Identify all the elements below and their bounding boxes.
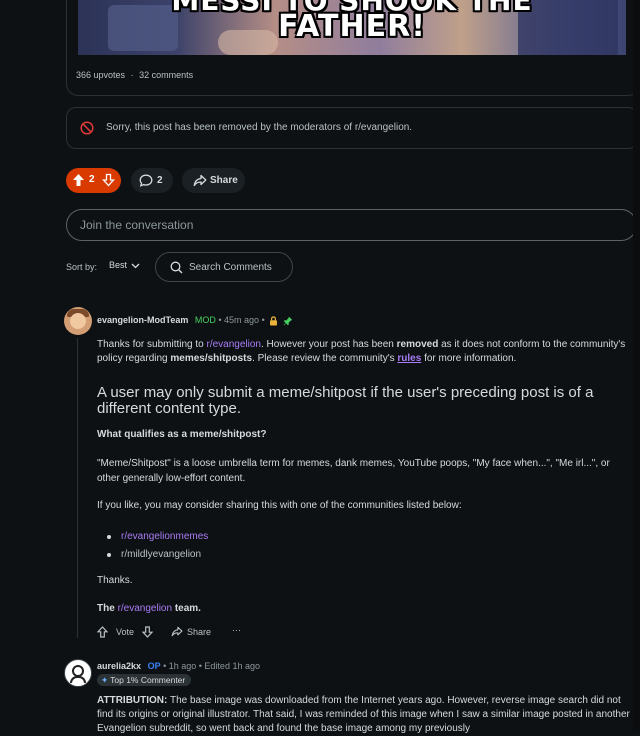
post-detail-page: MESSI TO SHOOK THE FATHER! 366 upvotes ·… <box>0 0 640 734</box>
rules-link[interactable]: rules <box>397 353 421 364</box>
ban-icon <box>80 121 94 135</box>
text: . However your post has been <box>260 339 397 350</box>
comment-share-text: If you like, you may consider sharing th… <box>97 500 462 511</box>
downvote-icon[interactable] <box>102 173 115 187</box>
text: The <box>97 603 118 614</box>
op-badge: OP <box>147 661 161 671</box>
policy-text: memes/shitposts <box>170 353 253 364</box>
vote-control: 2 <box>66 168 121 193</box>
comment-definition: "Meme/Shitpost" is a loose umbrella term… <box>97 458 610 484</box>
community-link[interactable]: r/evangelionmemes <box>121 531 208 542</box>
comment-time: • 1h ago • Edited 1h ago <box>163 661 260 671</box>
more-icon[interactable]: ··· <box>232 625 241 635</box>
flair-icon: ✦ <box>101 675 109 685</box>
meme-caption: FATHER! <box>278 9 426 44</box>
comment-signoff: The r/evangelion team. <box>97 603 201 614</box>
subreddit-link[interactable]: r/evangelion <box>207 339 261 350</box>
post-image[interactable]: MESSI TO SHOOK THE FATHER! <box>78 0 626 55</box>
vote-count: 2 <box>89 174 95 185</box>
vote-label: Vote <box>116 627 135 637</box>
comment-count-text: 32 comments <box>139 70 194 80</box>
avatar-body <box>70 676 86 683</box>
scrollbar-track[interactable] <box>633 0 640 732</box>
mod-badge: MOD <box>194 315 216 325</box>
comment-question: What qualifies as a meme/shitpost? <box>97 429 267 440</box>
text: for more information. <box>421 353 517 364</box>
avatar-face <box>70 313 86 329</box>
share-button[interactable]: Share <box>182 168 245 193</box>
sort-value: Best <box>109 260 128 270</box>
pin-icon <box>283 316 292 326</box>
text: . Please review the community's <box>252 353 398 364</box>
text: The base image was downloaded from the I… <box>97 695 630 734</box>
share-label[interactable]: Share <box>187 627 211 637</box>
comment-header: aurelia2kx OP • 1h ago • Edited 1h ago <box>97 661 260 671</box>
text: team. <box>172 603 201 614</box>
comment-header: evangelion-ModTeam MOD • 45m ago • <box>97 315 293 326</box>
share-icon <box>193 174 207 187</box>
comment-thanks: Thanks. <box>97 575 133 586</box>
attribution-label: ATTRIBUTION: <box>97 695 168 706</box>
join-conversation-input[interactable] <box>66 209 637 241</box>
list-item: r/mildlyevangelion <box>97 546 208 564</box>
comment-author[interactable]: evangelion-ModTeam <box>97 315 188 325</box>
text: Thanks for submitting to <box>97 339 207 350</box>
stats-separator: · <box>130 70 134 80</box>
post-stats: 366 upvotes · 32 comments <box>76 70 196 80</box>
comment-count: 2 <box>157 175 163 186</box>
lock-icon <box>270 316 278 326</box>
removed-notice-text: Sorry, this post has been removed by the… <box>106 122 413 133</box>
community-list: r/evangelionmemes r/mildlyevangelion <box>97 528 208 564</box>
upvote-icon[interactable] <box>97 626 108 638</box>
comments-button[interactable]: 2 <box>131 168 173 193</box>
comment-author[interactable]: aurelia2kx <box>97 661 141 671</box>
comment-intro: Thanks for submitting to r/evangelion. H… <box>97 338 627 366</box>
sort-dropdown[interactable]: Best <box>109 260 140 270</box>
community-text: r/mildlyevangelion <box>121 549 202 560</box>
share-label: Share <box>210 175 238 186</box>
user-flair: ✦ Top 1% Commenter <box>97 674 192 686</box>
flair-text: Top 1% Commenter <box>110 675 186 685</box>
downvote-icon[interactable] <box>142 626 153 638</box>
search-comments-button[interactable]: Search Comments <box>155 252 293 282</box>
avatar[interactable] <box>64 659 92 687</box>
upvote-icon[interactable] <box>72 173 85 187</box>
removed-notice: Sorry, this post has been removed by the… <box>66 107 638 149</box>
sort-label: Sort by: <box>66 262 98 272</box>
thread-line[interactable] <box>77 338 78 638</box>
chevron-down-icon <box>131 263 140 269</box>
share-icon[interactable] <box>171 626 183 637</box>
upvote-count-text: 366 upvotes <box>76 70 126 80</box>
avatar[interactable] <box>64 307 92 335</box>
comment-time: • 45m ago • <box>218 315 268 325</box>
subreddit-link[interactable]: r/evangelion <box>118 603 172 614</box>
search-comments-label: Search Comments <box>189 262 272 273</box>
comment-heading: A user may only submit a meme/shitpost i… <box>97 384 594 417</box>
removed-text: removed <box>396 339 439 350</box>
comment-body: Thanks for submitting to r/evangelion. H… <box>97 338 627 366</box>
comment-icon <box>139 174 153 187</box>
list-item: r/evangelionmemes <box>97 528 208 546</box>
search-icon <box>170 261 183 274</box>
comment-body: ATTRIBUTION: The base image was download… <box>97 694 633 736</box>
